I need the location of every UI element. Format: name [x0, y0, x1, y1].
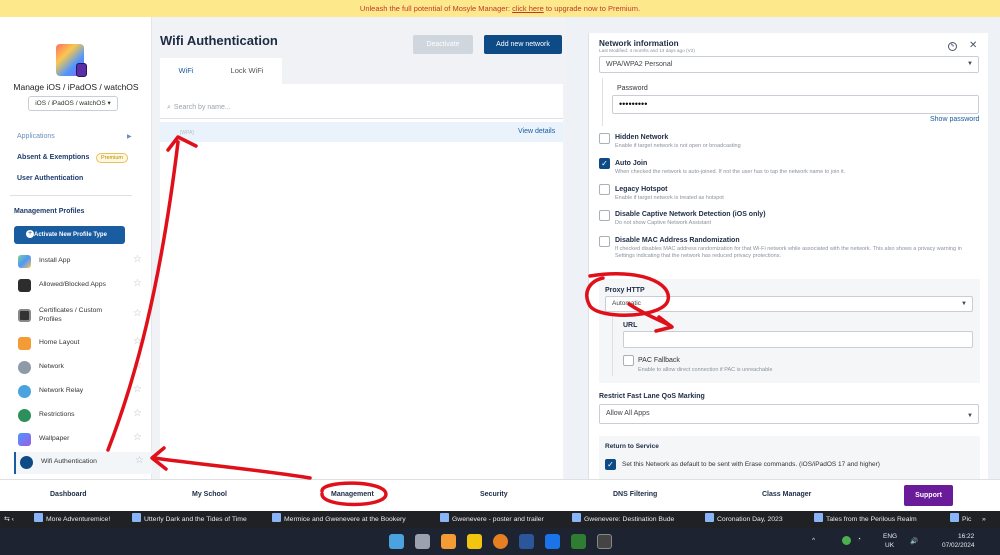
arrow-up-annotation	[106, 140, 180, 452]
annotation-overlay	[106, 135, 674, 507]
proxy-circle	[585, 272, 670, 317]
management-circle	[320, 481, 388, 507]
arrow-right-annotation	[152, 456, 312, 480]
arrow-up-head	[166, 135, 198, 152]
